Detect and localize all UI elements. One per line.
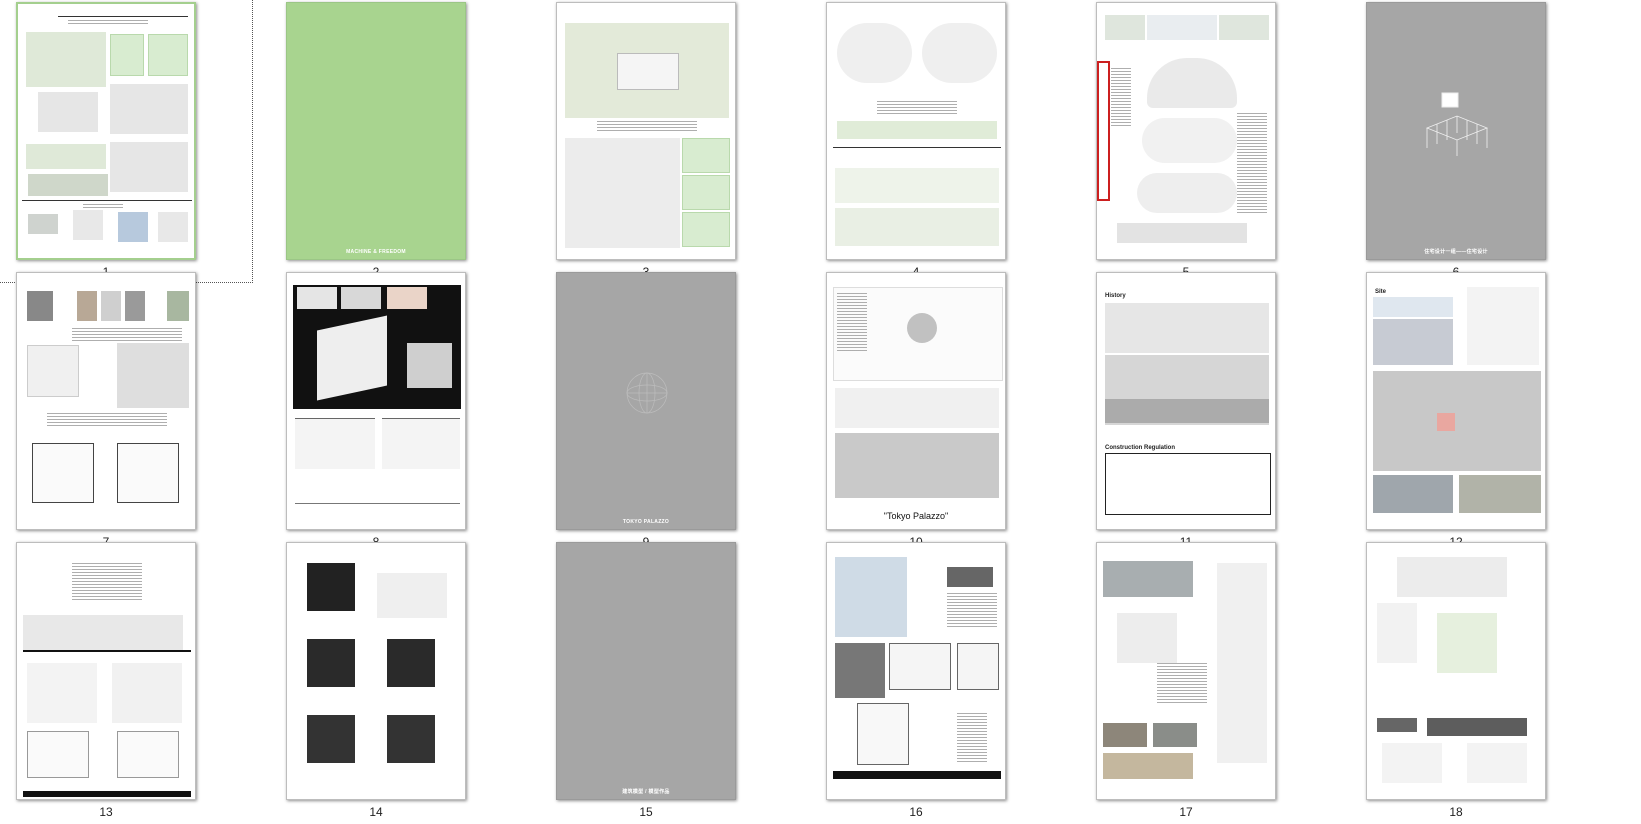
thumbnail-page-15[interactable]: 建筑模型 / 模型作品 15 [542,542,824,824]
page-preview[interactable]: History Construction Regulation [1096,272,1276,530]
highlight-frame [1097,61,1110,201]
thumbnail-page-2[interactable]: MACHINE & FREEDOM 2 [272,2,554,284]
page-preview[interactable]: 住宅设计一组——住宅设计 [1366,2,1546,260]
page-preview[interactable]: "Tokyo Palazzo" [826,272,1006,530]
page-preview[interactable]: 建筑模型 / 模型作品 [556,542,736,800]
section-heading: Site [1375,289,1387,295]
page-preview[interactable] [1096,542,1276,800]
thumbnail-page-3[interactable]: 3 [542,2,824,284]
page-preview[interactable] [826,542,1006,800]
thumbnail-page-10[interactable]: "Tokyo Palazzo" 10 [812,272,1094,554]
page-preview[interactable]: MACHINE & FREEDOM [286,2,466,260]
model-sketch-icon [1425,92,1489,156]
thumbnail-page-4[interactable]: 4 [812,2,1094,284]
page-preview[interactable] [1096,2,1276,260]
page-preview[interactable] [16,542,196,800]
page-preview[interactable] [286,272,466,530]
thumbnail-page-17[interactable]: 17 [1082,542,1364,824]
page-preview[interactable] [826,2,1006,260]
page-number: 16 [909,805,923,819]
thumbnail-page-5[interactable]: 5 [1082,2,1364,284]
page-number: 13 [99,805,113,819]
section-heading: History [1105,293,1126,299]
page-preview[interactable] [16,272,196,530]
sphere-sketch-icon [626,372,668,414]
thumbnail-page-18[interactable]: 18 [1352,542,1634,824]
page-number: 17 [1179,805,1193,819]
page-number: 15 [639,805,653,819]
page-preview[interactable] [16,2,196,260]
page-title-text: TOKYO PALAZZO [622,519,670,525]
thumbnail-grid: 1 MACHINE & FREEDOM 2 3 4 [0,0,1641,819]
page-title-text: 住宅设计一组——住宅设计 [1424,249,1488,255]
thumbnail-page-11[interactable]: History Construction Regulation 11 [1082,272,1364,554]
thumbnail-page-16[interactable]: 16 [812,542,1094,824]
thumbnail-page-8[interactable]: 8 [272,272,554,554]
page-preview[interactable] [1366,542,1546,800]
thumbnail-page-12[interactable]: Site 12 [1352,272,1634,554]
page-preview[interactable]: Site [1366,272,1546,530]
thumbnail-page-1[interactable]: 1 [0,0,284,284]
page-preview[interactable]: TOKYO PALAZZO [556,272,736,530]
page-title-text: 建筑模型 / 模型作品 [622,789,670,795]
page-preview[interactable] [556,2,736,260]
page-title-text: MACHINE & FREEDOM [346,249,406,255]
page-preview[interactable] [286,542,466,800]
page-number: 18 [1449,805,1463,819]
thumbnail-page-6[interactable]: 住宅设计一组——住宅设计 6 [1352,2,1634,284]
thumbnail-page-14[interactable]: 14 [272,542,554,824]
thumbnail-page-13[interactable]: 13 [2,542,284,824]
section-heading: Construction Regulation [1105,445,1175,451]
page-quote-text: "Tokyo Palazzo" [883,511,949,521]
thumbnail-page-7[interactable]: 7 [2,272,284,554]
thumbnail-page-9[interactable]: TOKYO PALAZZO 9 [542,272,824,554]
page-number: 14 [369,805,383,819]
